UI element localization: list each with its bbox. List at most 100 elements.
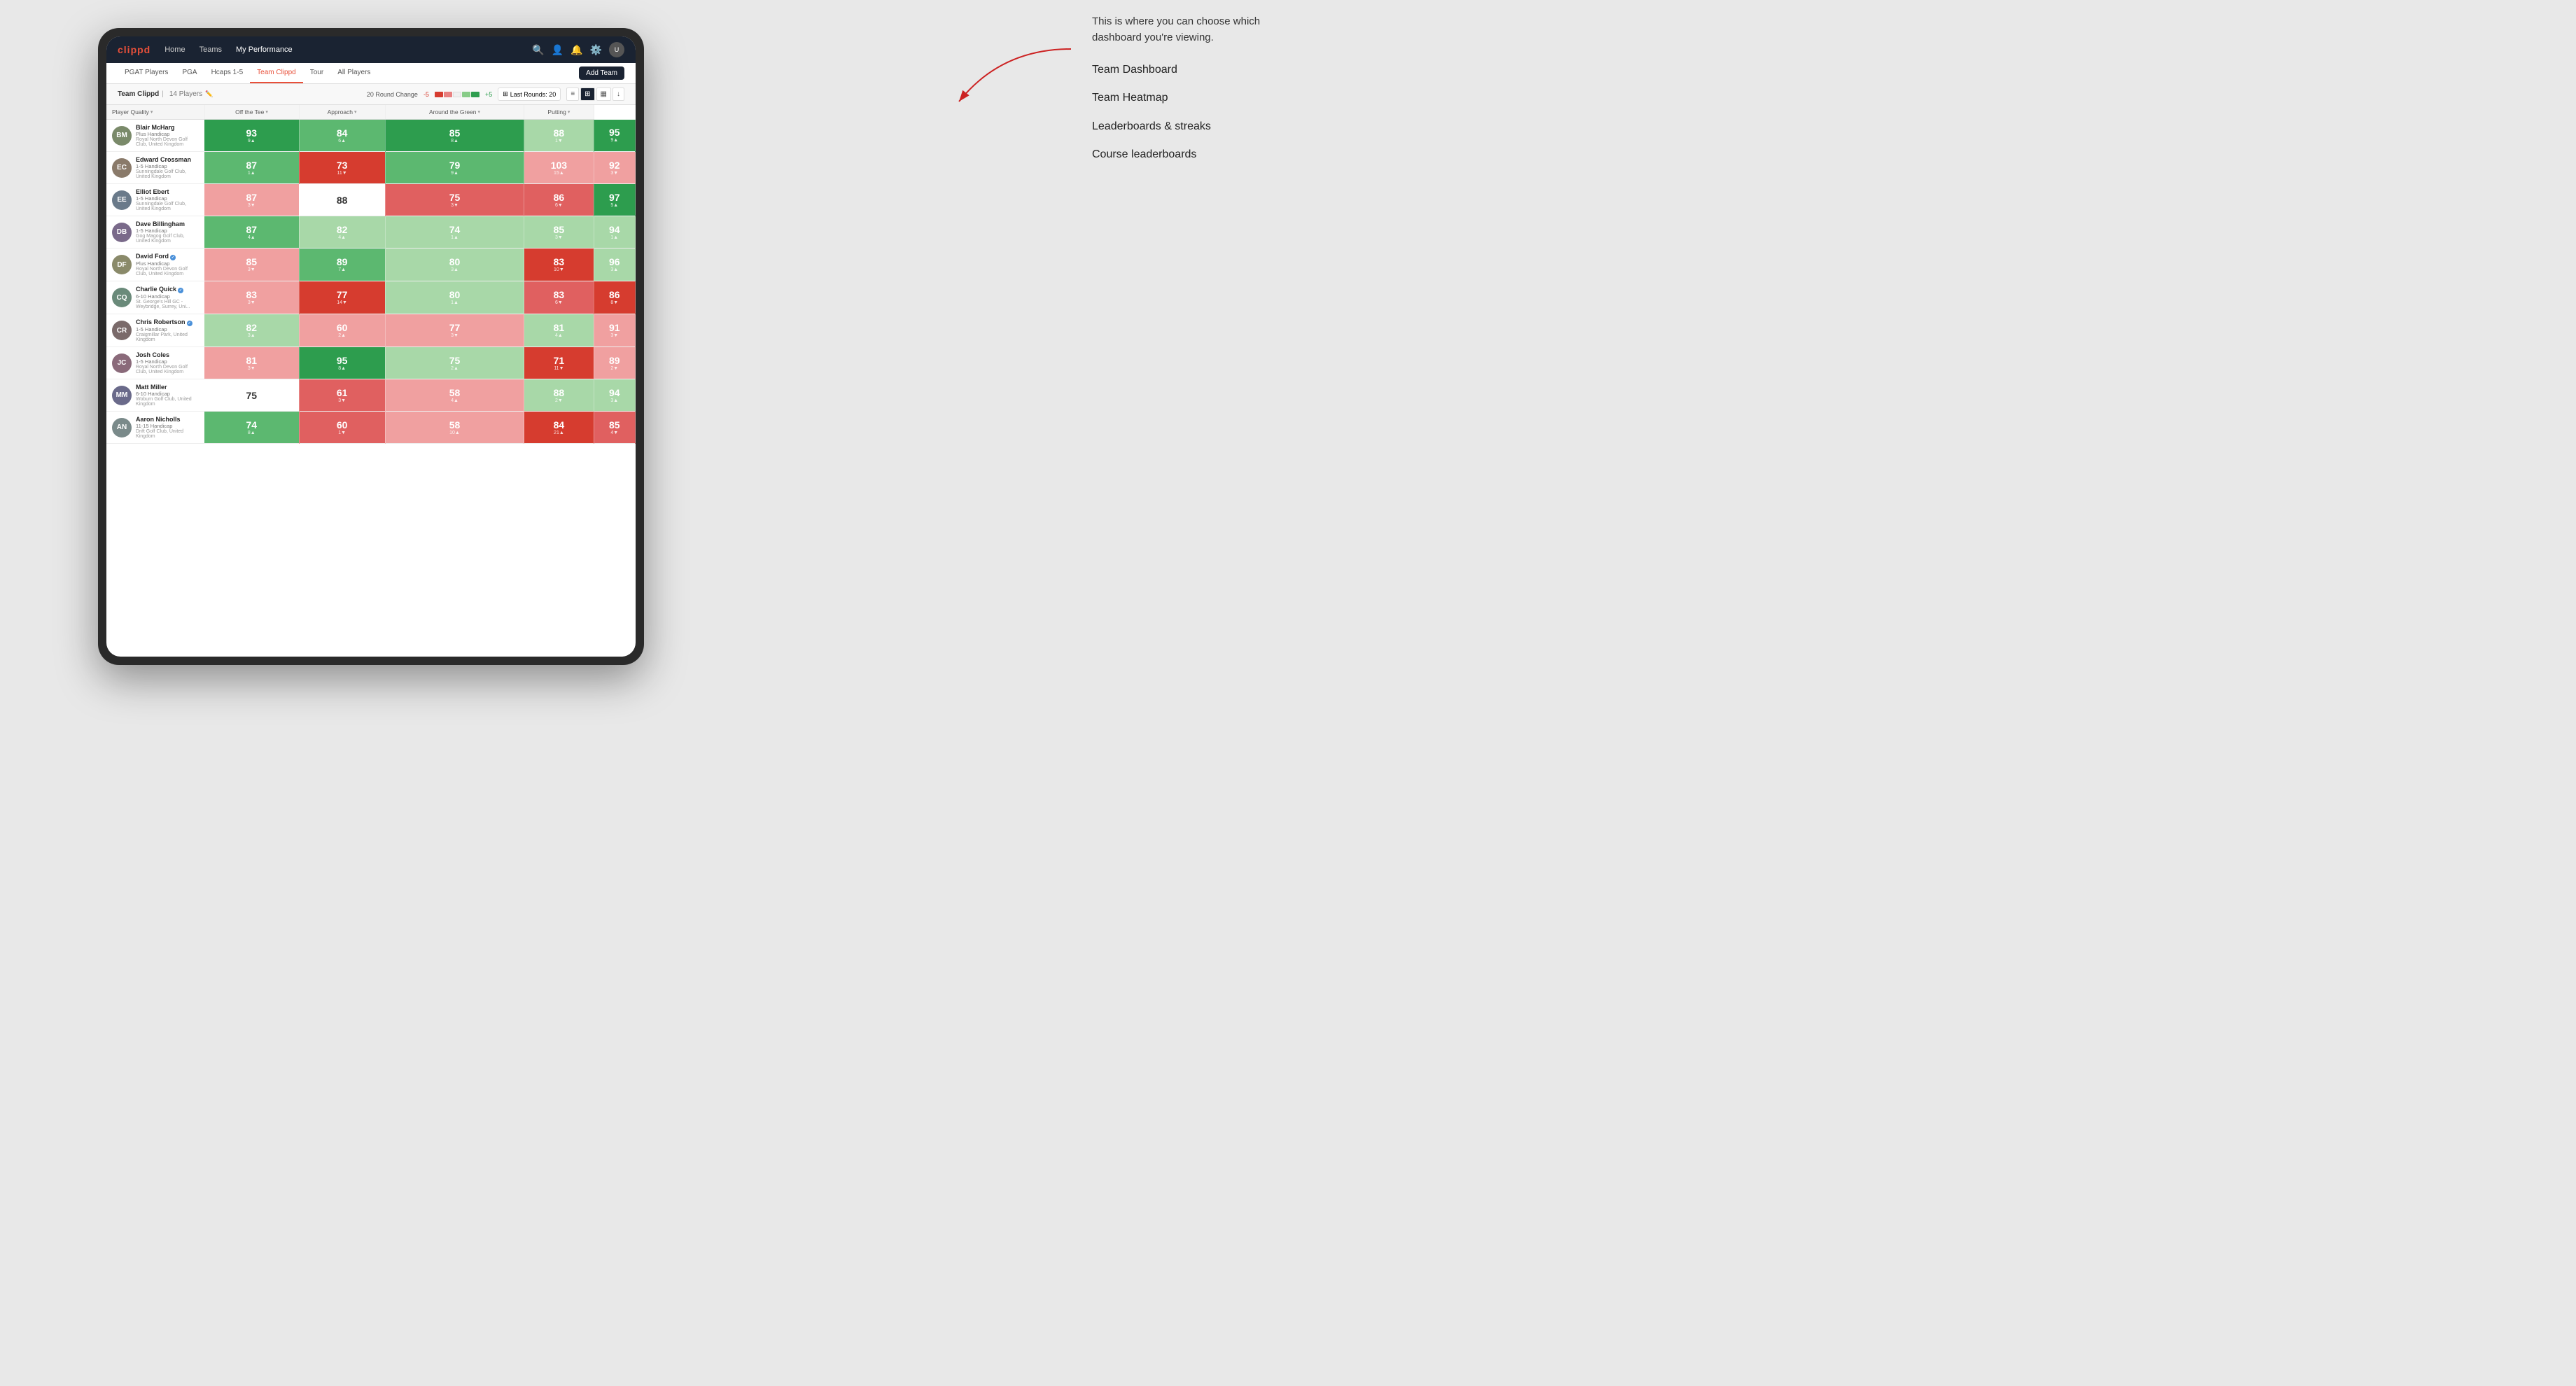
stat-value-9-0: 74: [246, 420, 257, 430]
col-around-green-label: Around the Green: [429, 108, 477, 115]
stat-value-2-0: 87: [246, 192, 257, 202]
stat-value-8-2: 58: [449, 388, 461, 398]
stat-cell-9-0: 748▲: [204, 412, 299, 444]
add-team-button[interactable]: Add Team: [579, 66, 624, 80]
player-avatar-7: JC: [112, 354, 132, 373]
stat-change-6-0: 3▲: [248, 333, 255, 338]
stat-change-9-0: 8▲: [248, 430, 255, 435]
stat-cell-7-3: 7111▼: [524, 347, 594, 379]
player-hcap-7: 1-5 Handicap: [136, 358, 199, 365]
player-avatar-9: AN: [112, 418, 132, 438]
table-row[interactable]: ANAaron Nicholls11-15 HandicapDrift Golf…: [106, 412, 636, 444]
person-icon[interactable]: 👤: [552, 44, 564, 56]
stat-cell-0-2: 858▲: [385, 120, 524, 152]
last-rounds-button[interactable]: ⊞ Last Rounds: 20: [498, 88, 561, 101]
stat-value-5-3: 83: [554, 290, 565, 300]
player-club-0: Royal North Devon Golf Club, United King…: [136, 137, 199, 147]
col-off-tee-arrow[interactable]: ▾: [265, 109, 268, 115]
nav-link-my-performance[interactable]: My Performance: [233, 44, 295, 55]
annotation-menu-item: Team Heatmap: [1092, 90, 1274, 106]
avatar[interactable]: U: [609, 42, 624, 57]
settings-icon[interactable]: ⚙️: [590, 44, 602, 56]
stat-value-2-1: 88: [337, 195, 348, 205]
table-row[interactable]: DBDave Billingham1-5 HandicapGog Magog G…: [106, 216, 636, 248]
player-name-6: Chris Robertson✓: [136, 318, 199, 326]
round-controls: 20 Round Change -5 +5 ⊞ Last Rounds: 20 …: [367, 88, 624, 101]
stat-value-0-0: 93: [246, 128, 257, 138]
stat-cell-6-0: 823▲: [204, 314, 299, 347]
stat-value-3-1: 82: [337, 225, 348, 234]
view-list-button[interactable]: ≡: [566, 88, 579, 101]
player-avatar-3: DB: [112, 223, 132, 242]
stat-value-9-1: 60: [337, 420, 348, 430]
tab-team-clippd[interactable]: Team Clippd: [250, 63, 303, 83]
tab-pga[interactable]: PGA: [175, 63, 204, 83]
logo: clippd: [118, 44, 150, 55]
col-header-player: Player Quality ▾: [106, 105, 204, 120]
stat-cell-1-0: 871▲: [204, 152, 299, 184]
table-row[interactable]: CQCharlie Quick✓6-10 HandicapSt. George'…: [106, 281, 636, 314]
stat-value-4-1: 89: [337, 257, 348, 267]
stat-change-1-1: 11▼: [337, 171, 347, 176]
player-name-2: Elliot Ebert: [136, 188, 199, 195]
stat-cell-2-3: 866▼: [524, 184, 594, 216]
stat-value-0-4: 95: [609, 127, 620, 137]
stat-value-7-2: 75: [449, 356, 461, 365]
tab-tour[interactable]: Tour: [303, 63, 330, 83]
search-icon[interactable]: 🔍: [532, 44, 544, 56]
table-row[interactable]: EEElliot Ebert1-5 HandicapSunningdale Go…: [106, 184, 636, 216]
scale-seg-5: [471, 92, 479, 97]
player-hcap-5: 6-10 Handicap: [136, 293, 199, 300]
player-cell-5: CQCharlie Quick✓6-10 HandicapSt. George'…: [106, 281, 204, 314]
player-name-0: Blair McHarg: [136, 124, 199, 131]
stat-cell-5-0: 833▼: [204, 281, 299, 314]
stat-cell-0-3: 881▼: [524, 120, 594, 152]
table-row[interactable]: DFDavid Ford✓Plus HandicapRoyal North De…: [106, 248, 636, 281]
table-row[interactable]: BMBlair McHargPlus HandicapRoyal North D…: [106, 120, 636, 152]
stat-value-6-0: 82: [246, 323, 257, 332]
stat-change-2-2: 3▼: [451, 203, 458, 208]
last-rounds-label: Last Rounds: 20: [510, 91, 556, 98]
menu-items-container: Team DashboardTeam HeatmapLeaderboards &…: [1092, 62, 1274, 163]
ipad-frame: clippd Home Teams My Performance 🔍 👤 🔔 ⚙…: [98, 28, 644, 665]
bell-icon[interactable]: 🔔: [570, 44, 582, 56]
verified-icon-4: ✓: [170, 255, 176, 260]
col-approach-arrow[interactable]: ▾: [354, 109, 357, 115]
nav-link-home[interactable]: Home: [162, 44, 188, 55]
table-row[interactable]: CRChris Robertson✓1-5 HandicapCraigmilla…: [106, 314, 636, 347]
col-header-around-green: Around the Green ▾: [385, 105, 524, 120]
tab-pgat-players[interactable]: PGAT Players: [118, 63, 175, 83]
stat-value-9-4: 85: [609, 420, 620, 430]
stat-value-7-0: 81: [246, 356, 257, 365]
stat-value-9-3: 84: [554, 420, 565, 430]
tab-hcaps[interactable]: Hcaps 1-5: [204, 63, 251, 83]
table-row[interactable]: MMMatt Miller6-10 HandicapWoburn Golf Cl…: [106, 379, 636, 412]
stat-change-8-1: 3▼: [338, 398, 346, 403]
player-name-9: Aaron Nicholls: [136, 416, 199, 423]
col-putting-arrow[interactable]: ▾: [568, 109, 570, 115]
table-row[interactable]: ECEdward Crossman1-5 HandicapSunningdale…: [106, 152, 636, 184]
edit-icon[interactable]: ✏️: [205, 90, 213, 98]
stat-change-8-2: 4▲: [451, 398, 458, 403]
player-hcap-8: 6-10 Handicap: [136, 391, 199, 397]
stat-value-6-4: 91: [609, 323, 620, 332]
stat-value-5-1: 77: [337, 290, 348, 300]
tab-all-players[interactable]: All Players: [330, 63, 377, 83]
nav-link-teams[interactable]: Teams: [197, 44, 225, 55]
stat-cell-5-3: 836▼: [524, 281, 594, 314]
view-grid-button[interactable]: ⊞: [580, 88, 594, 101]
col-header-putting: Putting ▾: [524, 105, 594, 120]
stat-value-0-1: 84: [337, 128, 348, 138]
view-heatmap-button[interactable]: ▦: [596, 88, 611, 101]
stat-value-6-3: 81: [554, 323, 565, 332]
player-cell-0: BMBlair McHargPlus HandicapRoyal North D…: [106, 120, 204, 152]
col-around-green-arrow[interactable]: ▾: [478, 109, 481, 115]
player-hcap-3: 1-5 Handicap: [136, 227, 199, 234]
table-row[interactable]: JCJosh Coles1-5 HandicapRoyal North Devo…: [106, 347, 636, 379]
col-player-arrow[interactable]: ▾: [150, 109, 153, 115]
player-name-1: Edward Crossman: [136, 156, 199, 163]
stat-change-8-3: 2▼: [555, 398, 563, 403]
stat-change-0-4: 9▲: [610, 138, 618, 143]
view-download-button[interactable]: ↓: [612, 88, 624, 101]
player-hcap-4: Plus Handicap: [136, 260, 199, 267]
